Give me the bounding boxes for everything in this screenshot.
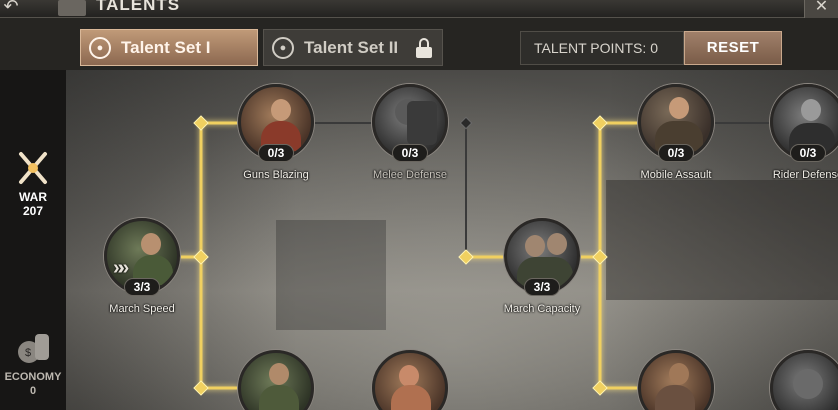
talent-level-badge: 3/3 [124, 278, 160, 296]
talent-level-badge: 0/3 [658, 144, 694, 162]
brain-head-icon: ● [272, 36, 294, 59]
category-sidebar: WAR 207 $ ECONOMY 0 [0, 70, 66, 410]
talent-portrait [238, 350, 314, 410]
talent-name: Rider Defense [772, 169, 838, 181]
lock-icon [416, 38, 432, 58]
tab-label: Talent Set II [304, 37, 399, 57]
title-bar: ↶ TALENTS ✕ [0, 0, 838, 18]
tab-row: ● Talent Set I ● Talent Set II TALENT PO… [0, 18, 838, 70]
reset-button[interactable]: RESET [684, 31, 782, 65]
back-arrow-icon[interactable]: ↶ [0, 0, 22, 16]
talent-node-melee-defense[interactable]: 0/3 Melee Defense [372, 84, 448, 181]
talent-name: Guns Blazing [243, 169, 309, 181]
talent-points-label: TALENT POINTS: [534, 40, 647, 56]
category-economy[interactable]: $ ECONOMY 0 [0, 328, 66, 398]
talent-node-bottom-4[interactable] [770, 350, 838, 410]
tab-label: Talent Set I [121, 37, 211, 57]
svg-text:$: $ [25, 347, 31, 359]
talent-points-value: 0 [650, 40, 659, 56]
talent-name: March Capacity [503, 303, 581, 315]
close-icon[interactable]: ✕ [804, 0, 838, 18]
talent-connections [178, 115, 838, 396]
talent-node-rider-defense[interactable]: 0/3 Rider Defense [770, 84, 838, 181]
category-label: WAR [19, 190, 47, 204]
talent-tree: 0/3 Guns Blazing 0/3 Melee Defense 0/3 M… [66, 70, 838, 410]
category-label: ECONOMY [4, 371, 62, 383]
talent-level-badge: 0/3 [392, 144, 428, 162]
talent-node-bottom-2[interactable] [372, 350, 448, 410]
talent-node-bottom-3[interactable] [638, 350, 714, 410]
crossed-rifles-icon [13, 148, 53, 188]
talent-node-guns-blazing[interactable]: 0/3 Guns Blazing [238, 84, 314, 181]
talent-level-badge: 0/3 [258, 144, 294, 162]
talent-points-display: TALENT POINTS: 0 [520, 31, 684, 65]
talent-name: Melee Defense [373, 169, 447, 181]
category-count: 207 [22, 204, 44, 218]
talent-level-badge: 3/3 [524, 278, 560, 296]
talent-name: March Speed [109, 303, 175, 315]
talent-node-bottom-1[interactable] [238, 350, 314, 410]
talent-node-mobile-assault[interactable]: 0/3 Mobile Assault [638, 84, 714, 181]
chevrons-icon: »» [113, 257, 129, 279]
talent-portrait [372, 350, 448, 410]
talent-node-march-capacity[interactable]: 3/3 March Capacity [504, 218, 580, 315]
talent-portrait [770, 350, 838, 410]
category-war[interactable]: WAR 207 [0, 148, 66, 218]
page-title: TALENTS [96, 0, 181, 14]
talent-name: Mobile Assault [640, 169, 712, 181]
talent-icon [58, 0, 86, 16]
money-bag-icon: $ [13, 328, 53, 368]
tab-talent-set-2[interactable]: ● Talent Set II [263, 29, 443, 66]
category-count: 0 [29, 385, 37, 397]
talent-node-march-speed[interactable]: »» 3/3 March Speed [104, 218, 180, 315]
talent-portrait [638, 350, 714, 410]
talent-level-badge: 0/3 [790, 144, 826, 162]
brain-head-icon: ● [89, 36, 111, 59]
tab-talent-set-1[interactable]: ● Talent Set I [80, 29, 258, 66]
